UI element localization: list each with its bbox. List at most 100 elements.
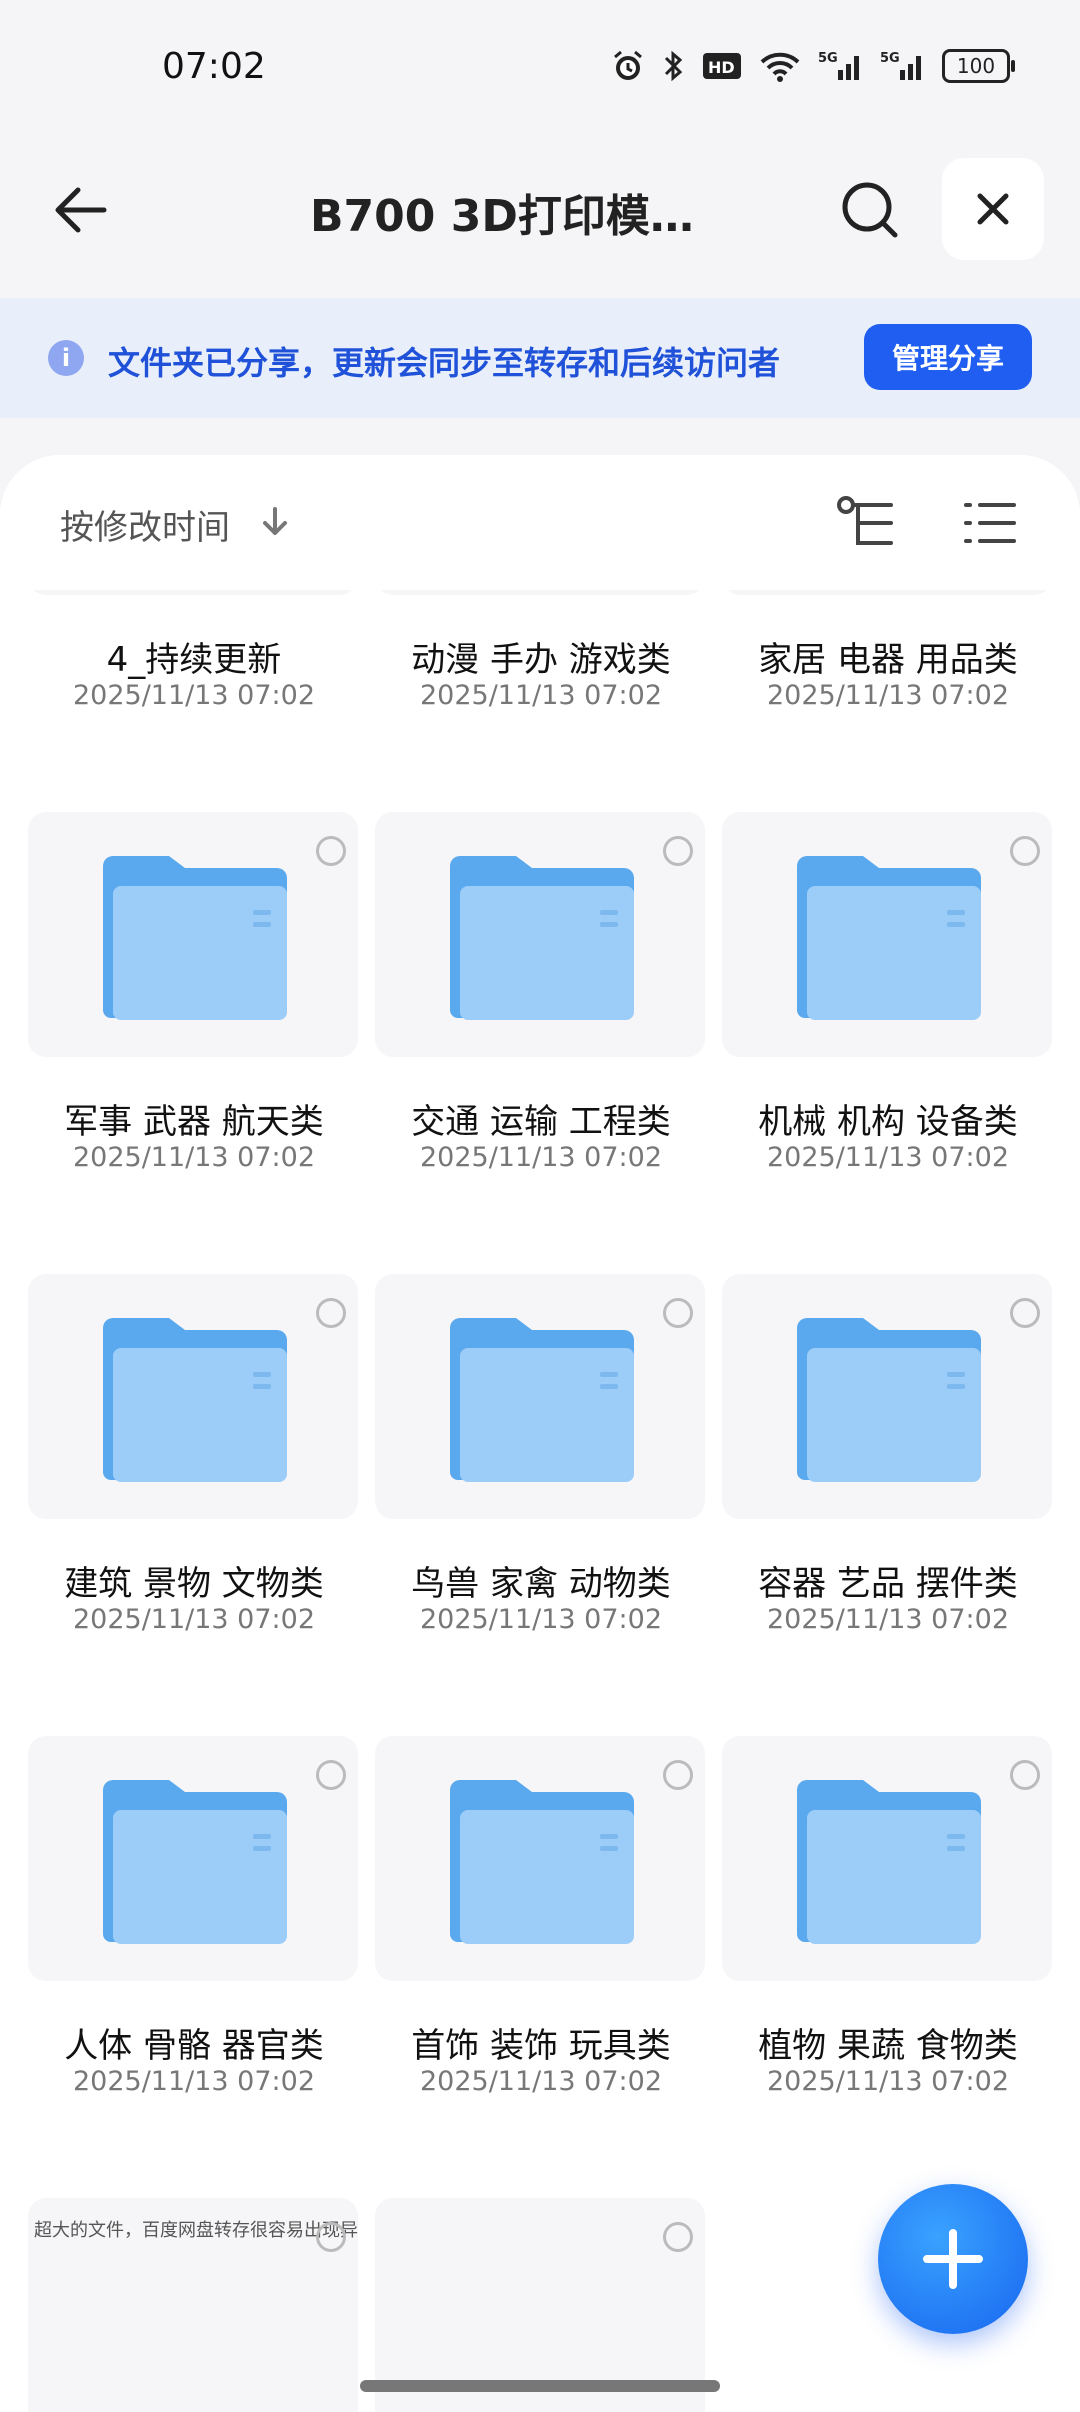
select-radio[interactable] [1010,1298,1040,1328]
hd-icon: HD [702,51,742,81]
info-icon: i [48,340,84,376]
folder-thumbnail [28,1274,358,1519]
folder-name: 建筑 景物 文物类 [64,1564,324,1604]
folder-icon [103,1780,287,1944]
plus-icon [923,2229,983,2289]
file-preview-text: 超大的文件，百度网盘转存很容易出现异常 [34,2220,358,2241]
signal-5g-icon-2: 5G [880,48,926,84]
folder-icon [103,1318,287,1482]
folder-thumbnail [28,1736,358,1981]
svg-text:HD: HD [708,58,735,77]
folder-date: 2025/11/13 07:02 [766,1604,1009,1635]
select-radio[interactable] [316,1298,346,1328]
search-icon [842,182,898,238]
folder-icon [797,1318,981,1482]
page-title: B700 3D打印模型... [310,191,730,242]
back-arrow-icon [55,187,107,233]
file-item[interactable]: 超大的文件，百度网盘转存很容易出现异常 [20,2198,368,2412]
folder-date: 2025/11/13 07:02 [72,2066,315,2097]
folder-name: 机械 机构 设备类 [758,1102,1018,1142]
alarm-icon [610,48,646,84]
add-button[interactable] [878,2184,1028,2334]
folder-item[interactable]: 鸟兽 家禽 动物类 2025/11/13 07:02 [367,1274,715,1654]
folder-item[interactable]: 人体 骨骼 器官类 2025/11/13 07:02 [20,1736,368,2116]
back-button[interactable] [40,170,120,250]
select-radio[interactable] [663,2222,693,2252]
folder-date: 2025/11/13 07:02 [419,1142,662,1173]
folder-item[interactable]: 容器 艺品 摆件类 2025/11/13 07:02 [714,1274,1062,1654]
folder-item[interactable]: 建筑 景物 文物类 2025/11/13 07:02 [20,1274,368,1654]
folder-icon [103,856,287,1020]
select-radio[interactable] [1010,836,1040,866]
folder-date: 2025/11/13 07:02 [766,1142,1009,1173]
select-radio[interactable] [663,1760,693,1790]
folder-thumbnail [722,1274,1052,1519]
folder-name: 交通 运输 工程类 [411,1102,671,1142]
file-panel: 按修改时间 4_持续更新 2025/11/13 07:02 动漫 手办 游戏类 202… [0,455,1080,2412]
folder-icon [797,856,981,1020]
folder-icon [450,1318,634,1482]
folder-name: 人体 骨骼 器官类 [64,2026,324,2066]
folder-date: 2025/11/13 07:02 [766,2066,1009,2097]
folder-name: 首饰 装饰 玩具类 [411,2026,671,2066]
folder-date: 2025/11/13 07:02 [419,1604,662,1635]
folder-name: 军事 武器 航天类 [64,1102,324,1142]
folder-item[interactable]: 植物 果蔬 食物类 2025/11/13 07:02 [714,1736,1062,2116]
bluetooth-icon [662,48,686,84]
sort-button[interactable]: 按修改时间 [60,500,230,549]
battery-indicator: 100 [942,49,1015,83]
folder-date: 2025/11/13 07:02 [72,1142,315,1173]
svg-text:5G: 5G [818,51,838,66]
header: B700 3D打印模型... [0,140,1080,280]
home-indicator[interactable] [360,2380,720,2392]
folder-name: 4_持续更新 [106,640,282,680]
folder-item[interactable]: 军事 武器 航天类 2025/11/13 07:02 [20,812,368,1192]
folder-name: 家居 电器 用品类 [758,640,1018,680]
sort-bar: 按修改时间 [0,455,1080,590]
folder-icon [450,856,634,1020]
folder-name: 动漫 手办 游戏类 [411,640,671,680]
folder-thumbnail [375,812,705,1057]
wifi-icon [758,48,802,84]
tree-view-icon[interactable] [836,495,898,551]
folder-thumbnail [722,812,1052,1057]
folder-thumbnail [722,1736,1052,1981]
folder-icon [450,1780,634,1944]
arrow-down-icon[interactable] [258,505,292,539]
status-bar: 07:02 HD 5G 5G 100 [0,0,1080,130]
folder-thumbnail [375,1736,705,1981]
signal-5g-icon: 5G [818,48,864,84]
folder-name: 鸟兽 家禽 动物类 [411,1564,671,1604]
select-radio[interactable] [316,1760,346,1790]
select-radio[interactable] [316,836,346,866]
svg-text:5G: 5G [880,51,900,66]
folder-item[interactable]: 机械 机构 设备类 2025/11/13 07:02 [714,812,1062,1192]
file-item[interactable] [367,2198,715,2412]
close-icon [977,193,1009,225]
folder-date: 2025/11/13 07:02 [72,1604,315,1635]
folder-item[interactable]: 交通 运输 工程类 2025/11/13 07:02 [367,812,715,1192]
folder-item[interactable]: 首饰 装饰 玩具类 2025/11/13 07:02 [367,1736,715,2116]
status-time: 07:02 [162,46,266,87]
folder-name: 植物 果蔬 食物类 [758,2026,1018,2066]
manage-share-button[interactable]: 管理分享 [864,324,1032,390]
select-radio[interactable] [663,1298,693,1328]
folder-date: 2025/11/13 07:02 [419,2066,662,2097]
select-radio[interactable] [316,2222,346,2252]
folder-date: 2025/11/13 07:02 [766,680,1009,711]
folder-date: 2025/11/13 07:02 [419,680,662,711]
file-thumbnail: 超大的文件，百度网盘转存很容易出现异常 [28,2198,358,2412]
select-radio[interactable] [663,836,693,866]
select-radio[interactable] [1010,1760,1040,1790]
folder-icon [797,1780,981,1944]
folder-thumbnail [375,1274,705,1519]
list-view-icon[interactable] [962,499,1018,547]
folder-date: 2025/11/13 07:02 [72,680,315,711]
folder-thumbnail [28,812,358,1057]
share-banner-text: 文件夹已分享，更新会同步至转存和后续访问者 [108,344,781,382]
search-button[interactable] [830,170,910,250]
share-banner: i 文件夹已分享，更新会同步至转存和后续访问者 管理分享 [0,298,1080,418]
folder-name: 容器 艺品 摆件类 [758,1564,1018,1604]
close-button[interactable] [942,158,1044,260]
status-icons: HD 5G 5G 100 [610,48,1015,84]
